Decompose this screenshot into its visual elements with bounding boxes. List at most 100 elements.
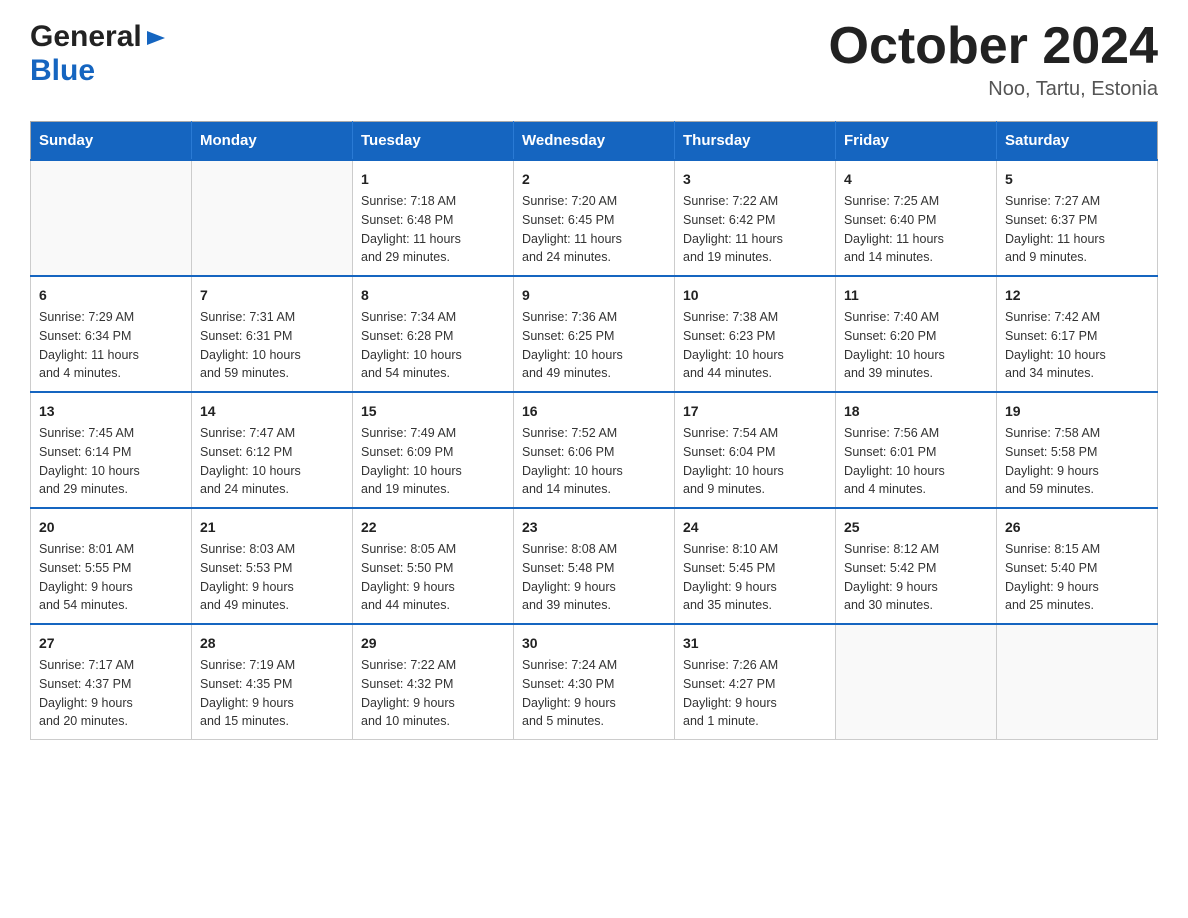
- day-info: Sunrise: 7:19 AM Sunset: 4:35 PM Dayligh…: [200, 656, 344, 731]
- calendar-cell: 4Sunrise: 7:25 AM Sunset: 6:40 PM Daylig…: [836, 160, 997, 276]
- day-info: Sunrise: 8:12 AM Sunset: 5:42 PM Dayligh…: [844, 540, 988, 615]
- week-row-5: 27Sunrise: 7:17 AM Sunset: 4:37 PM Dayli…: [31, 624, 1158, 740]
- day-info: Sunrise: 7:17 AM Sunset: 4:37 PM Dayligh…: [39, 656, 183, 731]
- day-info: Sunrise: 7:36 AM Sunset: 6:25 PM Dayligh…: [522, 308, 666, 383]
- calendar-cell: [997, 624, 1158, 740]
- calendar-cell: [31, 160, 192, 276]
- day-number: 29: [361, 633, 505, 654]
- day-info: Sunrise: 7:38 AM Sunset: 6:23 PM Dayligh…: [683, 308, 827, 383]
- page-header: General Blue October 2024 Noo, Tartu, Es…: [30, 20, 1158, 101]
- day-number: 27: [39, 633, 183, 654]
- week-row-2: 6Sunrise: 7:29 AM Sunset: 6:34 PM Daylig…: [31, 276, 1158, 392]
- day-number: 24: [683, 517, 827, 538]
- day-number: 13: [39, 401, 183, 422]
- day-number: 4: [844, 169, 988, 190]
- calendar-cell: 6Sunrise: 7:29 AM Sunset: 6:34 PM Daylig…: [31, 276, 192, 392]
- day-info: Sunrise: 7:49 AM Sunset: 6:09 PM Dayligh…: [361, 424, 505, 499]
- day-info: Sunrise: 7:47 AM Sunset: 6:12 PM Dayligh…: [200, 424, 344, 499]
- calendar-cell: 28Sunrise: 7:19 AM Sunset: 4:35 PM Dayli…: [192, 624, 353, 740]
- calendar-cell: 21Sunrise: 8:03 AM Sunset: 5:53 PM Dayli…: [192, 508, 353, 624]
- day-info: Sunrise: 7:54 AM Sunset: 6:04 PM Dayligh…: [683, 424, 827, 499]
- day-number: 14: [200, 401, 344, 422]
- day-number: 26: [1005, 517, 1149, 538]
- column-header-tuesday: Tuesday: [353, 122, 514, 161]
- day-number: 1: [361, 169, 505, 190]
- day-info: Sunrise: 7:34 AM Sunset: 6:28 PM Dayligh…: [361, 308, 505, 383]
- day-info: Sunrise: 8:15 AM Sunset: 5:40 PM Dayligh…: [1005, 540, 1149, 615]
- day-number: 30: [522, 633, 666, 654]
- calendar-cell: 10Sunrise: 7:38 AM Sunset: 6:23 PM Dayli…: [675, 276, 836, 392]
- week-row-1: 1Sunrise: 7:18 AM Sunset: 6:48 PM Daylig…: [31, 160, 1158, 276]
- day-number: 8: [361, 285, 505, 306]
- day-number: 12: [1005, 285, 1149, 306]
- calendar-cell: 17Sunrise: 7:54 AM Sunset: 6:04 PM Dayli…: [675, 392, 836, 508]
- calendar-cell: 25Sunrise: 8:12 AM Sunset: 5:42 PM Dayli…: [836, 508, 997, 624]
- column-header-sunday: Sunday: [31, 122, 192, 161]
- day-number: 6: [39, 285, 183, 306]
- calendar-cell: 22Sunrise: 8:05 AM Sunset: 5:50 PM Dayli…: [353, 508, 514, 624]
- day-number: 22: [361, 517, 505, 538]
- day-info: Sunrise: 7:24 AM Sunset: 4:30 PM Dayligh…: [522, 656, 666, 731]
- calendar-cell: 31Sunrise: 7:26 AM Sunset: 4:27 PM Dayli…: [675, 624, 836, 740]
- day-info: Sunrise: 7:52 AM Sunset: 6:06 PM Dayligh…: [522, 424, 666, 499]
- day-number: 2: [522, 169, 666, 190]
- day-info: Sunrise: 8:03 AM Sunset: 5:53 PM Dayligh…: [200, 540, 344, 615]
- day-number: 18: [844, 401, 988, 422]
- day-number: 19: [1005, 401, 1149, 422]
- logo-general-text: General: [30, 20, 142, 54]
- day-number: 20: [39, 517, 183, 538]
- logo-triangle-icon: [145, 27, 167, 49]
- calendar-cell: 19Sunrise: 7:58 AM Sunset: 5:58 PM Dayli…: [997, 392, 1158, 508]
- calendar-cell: [836, 624, 997, 740]
- calendar-cell: 18Sunrise: 7:56 AM Sunset: 6:01 PM Dayli…: [836, 392, 997, 508]
- day-number: 5: [1005, 169, 1149, 190]
- day-number: 17: [683, 401, 827, 422]
- calendar-cell: 29Sunrise: 7:22 AM Sunset: 4:32 PM Dayli…: [353, 624, 514, 740]
- calendar-cell: 5Sunrise: 7:27 AM Sunset: 6:37 PM Daylig…: [997, 160, 1158, 276]
- week-row-4: 20Sunrise: 8:01 AM Sunset: 5:55 PM Dayli…: [31, 508, 1158, 624]
- day-info: Sunrise: 7:31 AM Sunset: 6:31 PM Dayligh…: [200, 308, 344, 383]
- day-info: Sunrise: 7:18 AM Sunset: 6:48 PM Dayligh…: [361, 192, 505, 267]
- week-row-3: 13Sunrise: 7:45 AM Sunset: 6:14 PM Dayli…: [31, 392, 1158, 508]
- day-number: 11: [844, 285, 988, 306]
- day-info: Sunrise: 7:40 AM Sunset: 6:20 PM Dayligh…: [844, 308, 988, 383]
- day-number: 10: [683, 285, 827, 306]
- day-info: Sunrise: 7:29 AM Sunset: 6:34 PM Dayligh…: [39, 308, 183, 383]
- calendar-cell: 7Sunrise: 7:31 AM Sunset: 6:31 PM Daylig…: [192, 276, 353, 392]
- day-number: 3: [683, 169, 827, 190]
- month-title: October 2024: [829, 20, 1159, 72]
- calendar-cell: 11Sunrise: 7:40 AM Sunset: 6:20 PM Dayli…: [836, 276, 997, 392]
- day-info: Sunrise: 7:27 AM Sunset: 6:37 PM Dayligh…: [1005, 192, 1149, 267]
- day-info: Sunrise: 7:58 AM Sunset: 5:58 PM Dayligh…: [1005, 424, 1149, 499]
- calendar-cell: 26Sunrise: 8:15 AM Sunset: 5:40 PM Dayli…: [997, 508, 1158, 624]
- calendar-cell: 1Sunrise: 7:18 AM Sunset: 6:48 PM Daylig…: [353, 160, 514, 276]
- column-header-thursday: Thursday: [675, 122, 836, 161]
- calendar-cell: 27Sunrise: 7:17 AM Sunset: 4:37 PM Dayli…: [31, 624, 192, 740]
- day-number: 21: [200, 517, 344, 538]
- day-info: Sunrise: 8:08 AM Sunset: 5:48 PM Dayligh…: [522, 540, 666, 615]
- day-number: 9: [522, 285, 666, 306]
- day-info: Sunrise: 7:22 AM Sunset: 6:42 PM Dayligh…: [683, 192, 827, 267]
- calendar-cell: 20Sunrise: 8:01 AM Sunset: 5:55 PM Dayli…: [31, 508, 192, 624]
- day-number: 28: [200, 633, 344, 654]
- day-number: 7: [200, 285, 344, 306]
- column-header-friday: Friday: [836, 122, 997, 161]
- calendar-cell: 12Sunrise: 7:42 AM Sunset: 6:17 PM Dayli…: [997, 276, 1158, 392]
- location: Noo, Tartu, Estonia: [829, 78, 1159, 101]
- day-info: Sunrise: 7:56 AM Sunset: 6:01 PM Dayligh…: [844, 424, 988, 499]
- calendar-header-row: SundayMondayTuesdayWednesdayThursdayFrid…: [31, 122, 1158, 161]
- calendar-cell: 14Sunrise: 7:47 AM Sunset: 6:12 PM Dayli…: [192, 392, 353, 508]
- day-info: Sunrise: 7:45 AM Sunset: 6:14 PM Dayligh…: [39, 424, 183, 499]
- calendar-cell: 15Sunrise: 7:49 AM Sunset: 6:09 PM Dayli…: [353, 392, 514, 508]
- day-info: Sunrise: 7:22 AM Sunset: 4:32 PM Dayligh…: [361, 656, 505, 731]
- calendar-cell: 8Sunrise: 7:34 AM Sunset: 6:28 PM Daylig…: [353, 276, 514, 392]
- day-info: Sunrise: 7:25 AM Sunset: 6:40 PM Dayligh…: [844, 192, 988, 267]
- calendar-cell: 23Sunrise: 8:08 AM Sunset: 5:48 PM Dayli…: [514, 508, 675, 624]
- calendar-cell: 16Sunrise: 7:52 AM Sunset: 6:06 PM Dayli…: [514, 392, 675, 508]
- calendar-cell: 24Sunrise: 8:10 AM Sunset: 5:45 PM Dayli…: [675, 508, 836, 624]
- column-header-wednesday: Wednesday: [514, 122, 675, 161]
- logo-blue-text: Blue: [30, 54, 95, 87]
- day-info: Sunrise: 7:42 AM Sunset: 6:17 PM Dayligh…: [1005, 308, 1149, 383]
- calendar-cell: 30Sunrise: 7:24 AM Sunset: 4:30 PM Dayli…: [514, 624, 675, 740]
- day-number: 25: [844, 517, 988, 538]
